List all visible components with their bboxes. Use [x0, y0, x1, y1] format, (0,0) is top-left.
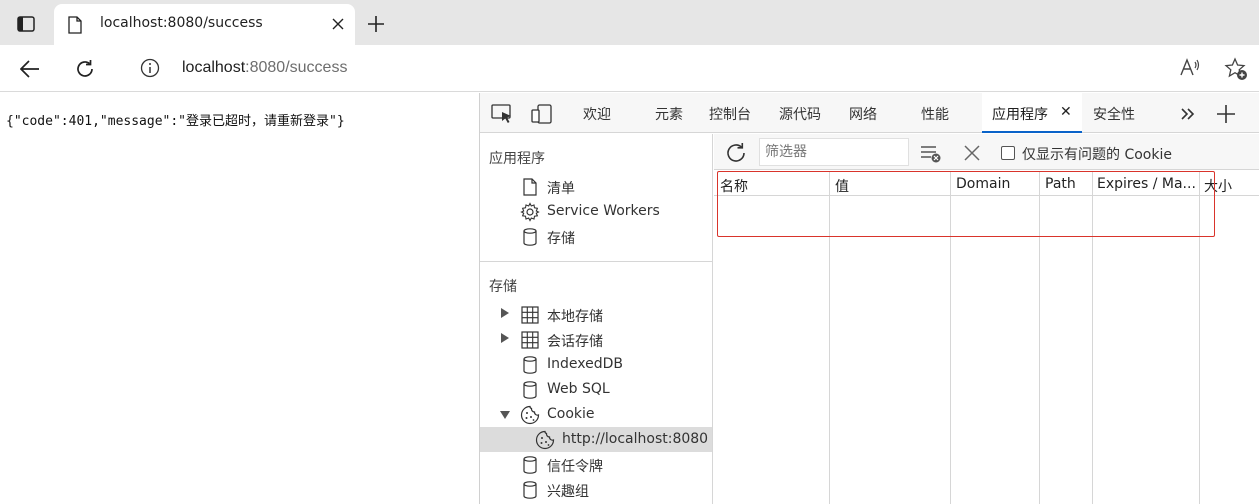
delete-selected-icon[interactable] [960, 141, 984, 165]
url-text[interactable]: localhost:8080/success [182, 59, 347, 77]
only-issues-checkbox[interactable] [1001, 146, 1015, 160]
section-storage-heading: 存储 [489, 279, 517, 295]
clear-all-icon[interactable] [919, 141, 943, 165]
tab-strip: localhost:8080/success [0, 0, 1259, 45]
database-icon [520, 227, 540, 247]
filter-input[interactable] [765, 140, 905, 164]
tab-elements[interactable]: 元素 [655, 104, 683, 124]
tab-title: localhost:8080/success [100, 15, 263, 31]
response-json: {"code":401,"message":"登录已超时，请重新登录"} [6, 114, 345, 129]
sidebar-item-label: Cookie [547, 406, 595, 422]
sidebar-item-cookie[interactable]: Cookie [480, 402, 712, 427]
sidebar-item-label: 会话存储 [547, 334, 603, 350]
filter-box [759, 138, 909, 166]
tab-security[interactable]: 安全性 [1093, 104, 1135, 124]
tab-welcome[interactable]: 欢迎 [583, 104, 611, 124]
sidebar-item-interest-groups[interactable]: 兴趣组 [480, 477, 712, 502]
url-path: :8080/success [245, 59, 348, 76]
tab-console[interactable]: 控制台 [709, 104, 751, 124]
gear-icon [520, 202, 540, 222]
device-emulation-icon[interactable] [531, 103, 553, 125]
devtools-panel: 欢迎 元素 控制台 源代码 网络 性能 应用程序 ✕ 安全性 应用程序 清单 S… [479, 93, 1259, 504]
sidebar-item-label: 兴趣组 [547, 484, 589, 500]
tab-application[interactable]: 应用程序 [992, 104, 1048, 124]
browser-tab[interactable]: localhost:8080/success [54, 4, 355, 45]
tab-actions-icon[interactable] [9, 10, 43, 38]
table-grid-icon [520, 305, 540, 325]
annotation-highlight-box [717, 171, 1215, 237]
site-info-icon[interactable] [140, 58, 160, 82]
close-tab-application-icon[interactable]: ✕ [1060, 104, 1072, 120]
sidebar-item-storage[interactable]: 存储 [480, 224, 712, 249]
database-icon [520, 480, 540, 500]
database-icon [520, 455, 540, 475]
sidebar-item-label: Service Workers [547, 203, 660, 219]
tab-performance[interactable]: 性能 [921, 104, 949, 124]
sidebar-item-indexeddb[interactable]: IndexedDB [480, 352, 712, 377]
cookie-icon [535, 430, 555, 450]
add-favorite-icon[interactable] [1224, 57, 1248, 85]
sidebar-item-session-storage[interactable]: 会话存储 [480, 327, 712, 352]
sidebar-item-cookie-localhost[interactable]: http://localhost:8080 [480, 427, 712, 452]
back-icon[interactable] [14, 53, 46, 85]
sidebar-item-service-workers[interactable]: Service Workers [480, 199, 712, 224]
tab-network[interactable]: 网络 [849, 104, 877, 124]
refresh-icon[interactable] [724, 141, 748, 165]
section-application-heading: 应用程序 [489, 151, 545, 167]
application-sidebar: 应用程序 清单 Service Workers 存储 存储 本地存储 会话存储 … [480, 134, 713, 504]
sidebar-item-web-sql[interactable]: Web SQL [480, 377, 712, 402]
close-tab-icon[interactable] [327, 13, 349, 35]
sidebar-item-trust-tokens[interactable]: 信任令牌 [480, 452, 712, 477]
inspect-element-icon[interactable] [491, 103, 513, 125]
sidebar-divider [480, 261, 712, 262]
database-icon [520, 380, 540, 400]
url-host: localhost [182, 59, 246, 76]
more-tabs-icon[interactable] [1177, 103, 1199, 125]
table-grid-icon [520, 330, 540, 350]
page-content: {"code":401,"message":"登录已超时，请重新登录"} [0, 93, 479, 504]
document-icon [520, 177, 540, 197]
address-bar[interactable]: localhost:8080/success [122, 50, 1259, 88]
new-tab-icon[interactable] [362, 10, 390, 38]
tab-sources[interactable]: 源代码 [779, 104, 821, 124]
sidebar-item-label: http://localhost:8080 [562, 431, 709, 447]
cookie-table: 名称 值 Domain Path Expires / Ma... 大小 [714, 171, 1259, 504]
devtools-tab-bar: 欢迎 元素 控制台 源代码 网络 性能 应用程序 ✕ 安全性 [480, 93, 1259, 133]
cookie-toolbar: 仅显示有问题的 Cookie [714, 134, 1259, 170]
sidebar-item-label: 存储 [547, 231, 575, 247]
cookie-icon [520, 405, 540, 425]
sidebar-item-local-storage[interactable]: 本地存储 [480, 302, 712, 327]
expand-arrow-icon[interactable] [501, 308, 509, 318]
read-aloud-icon[interactable] [1178, 57, 1200, 83]
navigation-bar: localhost:8080/success [0, 45, 1259, 92]
sidebar-item-label: 本地存储 [547, 309, 603, 325]
add-tool-icon[interactable] [1215, 103, 1237, 125]
collapse-arrow-icon[interactable] [500, 411, 510, 419]
refresh-icon[interactable] [69, 53, 101, 85]
cookie-pane: 仅显示有问题的 Cookie 名称 值 Domain Path Expires … [714, 134, 1259, 504]
sidebar-item-label: 信任令牌 [547, 459, 603, 475]
sidebar-item-label: IndexedDB [547, 356, 623, 372]
sidebar-item-label: Web SQL [547, 381, 610, 397]
only-issues-label: 仅显示有问题的 Cookie [1022, 147, 1172, 163]
sidebar-item-manifest[interactable]: 清单 [480, 174, 712, 199]
sidebar-item-label: 清单 [547, 181, 575, 197]
page-icon [68, 16, 82, 38]
expand-arrow-icon[interactable] [501, 333, 509, 343]
database-icon [520, 355, 540, 375]
